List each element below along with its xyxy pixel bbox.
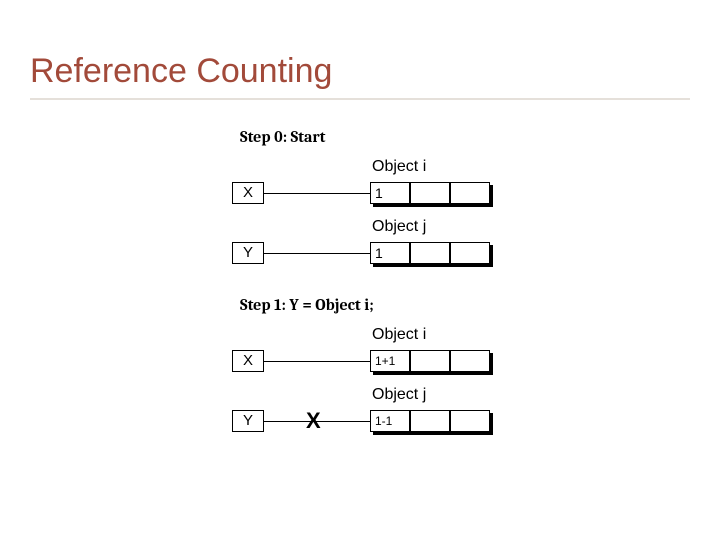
step1-obj-j-count: 1-1 xyxy=(370,410,410,432)
step1-link-x-i xyxy=(264,361,370,362)
step1-obj-i-cell3 xyxy=(450,350,490,372)
step0-link-x-i xyxy=(264,193,370,194)
title-underline xyxy=(30,98,690,100)
step0-obj-j-cell2 xyxy=(410,242,450,264)
step0-obj-j-cells: 1 xyxy=(370,242,490,264)
step1-obj-i-count: 1+1 xyxy=(370,350,410,372)
step1-obj-j-cell2 xyxy=(410,410,450,432)
step1-obj-j-cells: 1-1 xyxy=(370,410,490,432)
step0-link-y-j xyxy=(264,253,370,254)
step0-obj-i-count: 1 xyxy=(370,182,410,204)
step1-obj-i-cells: 1+1 xyxy=(370,350,490,372)
step1-obj-i-cell2 xyxy=(410,350,450,372)
page-title: Reference Counting xyxy=(30,52,332,91)
step0-obj-i-cells: 1 xyxy=(370,182,490,204)
step0-var-y: Y xyxy=(232,242,264,264)
step1-var-y: Y xyxy=(232,410,264,432)
step0-obj-i-cell3 xyxy=(450,182,490,204)
step0-obj-j-label: Object j xyxy=(372,218,426,236)
step1-obj-j-label: Object j xyxy=(372,386,426,404)
step0-var-x: X xyxy=(232,182,264,204)
step0-obj-i-cell2 xyxy=(410,182,450,204)
step0-obj-j-cell3 xyxy=(450,242,490,264)
broken-link-x-icon: X xyxy=(306,408,321,434)
step0-obj-j-count: 1 xyxy=(370,242,410,264)
step0-label: Step 0: Start xyxy=(240,128,326,146)
step1-obj-i-label: Object i xyxy=(372,326,426,344)
step0-obj-i-label: Object i xyxy=(372,158,426,176)
step1-label: Step 1: Y = Object i; xyxy=(240,296,374,314)
step1-var-x: X xyxy=(232,350,264,372)
step1-obj-j-cell3 xyxy=(450,410,490,432)
